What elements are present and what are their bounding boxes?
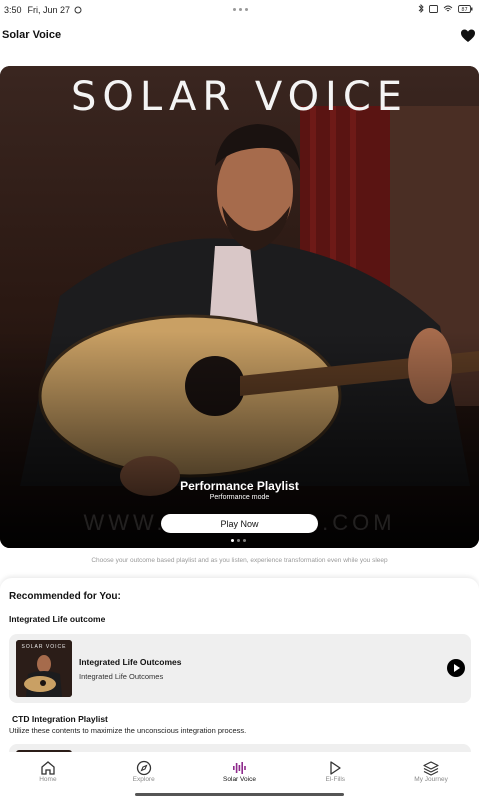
page-title: Solar Voice (2, 29, 62, 41)
hero-caption: Choose your outcome based playlist and a… (91, 557, 388, 564)
bluetooth-icon (418, 4, 424, 13)
heart-icon[interactable] (460, 28, 476, 44)
sync-icon (74, 6, 82, 14)
nav-label: My Journey (414, 776, 448, 783)
featured-playlist-card[interactable]: SOLAR VOICE WWW.AMRSOLAR.COM Performance… (0, 66, 479, 548)
hero-brand-logo: SOLAR VOICE (70, 74, 409, 120)
sim-icon (429, 4, 438, 13)
play-button[interactable] (447, 659, 465, 677)
nav-label: Explore (132, 776, 155, 783)
carousel-indicator[interactable] (231, 539, 246, 542)
battery-icon: 87 (458, 4, 473, 13)
home-indicator[interactable] (135, 793, 344, 796)
app-header: Solar Voice (0, 26, 479, 48)
group-title: CTD Integration Playlist (12, 714, 108, 724)
nav-label: El-Fills (325, 776, 346, 783)
home-icon (41, 761, 55, 775)
carousel-dot[interactable] (243, 539, 246, 542)
nav-item-home[interactable]: Home (0, 752, 96, 800)
play-now-button[interactable]: Play Now (161, 514, 318, 533)
status-time: 3:50 (4, 5, 22, 15)
nav-label: Solar Voice (223, 776, 256, 783)
playlist-thumbnail: SOLAR VOICE (16, 640, 72, 697)
playlist-subtitle: Integrated Life Outcomes (79, 672, 164, 681)
playlist-card[interactable]: SOLAR VOICE Integrated Life Outcomes Int… (9, 634, 471, 703)
carousel-dot[interactable] (231, 539, 234, 542)
nav-label: Home (39, 776, 57, 783)
thumbnail-brand: SOLAR VOICE (21, 644, 67, 650)
group-description: Utilize these contents to maximize the u… (9, 726, 247, 735)
battery-level: 87 (461, 7, 467, 13)
wifi-icon (443, 5, 453, 11)
carousel-dot[interactable] (237, 539, 240, 542)
waveform-icon (233, 762, 247, 774)
hero-subtitle: Performance mode (209, 494, 270, 501)
hero-title: Performance Playlist (180, 479, 299, 493)
layers-icon (423, 761, 439, 776)
status-dots (233, 8, 248, 11)
group-title: Integrated Life outcome (9, 614, 106, 624)
recommended-heading: Recommended for You: (9, 591, 121, 602)
playlist-title: Integrated Life Outcomes (79, 657, 182, 667)
status-date: Fri, Jun 27 (27, 5, 71, 15)
status-icons: 87 (418, 4, 473, 13)
nav-item-my-journey[interactable]: My Journey (383, 752, 479, 800)
compass-icon (136, 760, 151, 776)
hero-image (0, 66, 479, 548)
play-icon (330, 761, 341, 775)
